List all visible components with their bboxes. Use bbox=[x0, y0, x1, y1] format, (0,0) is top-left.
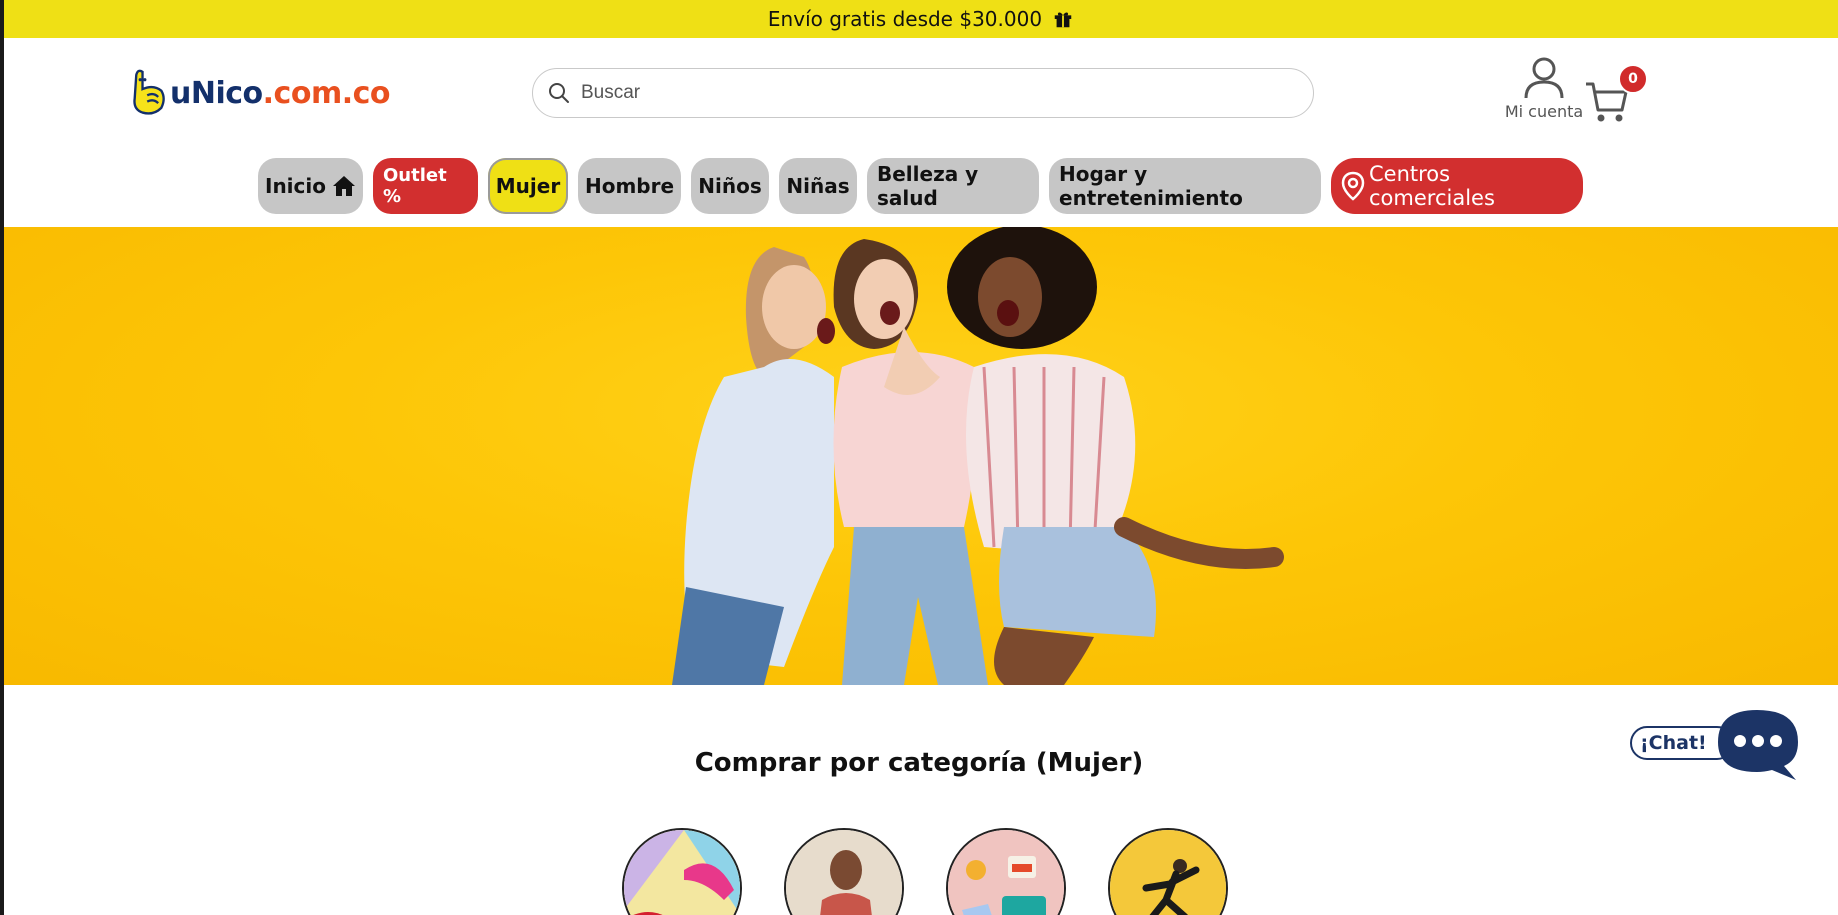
sportswear-category-image bbox=[1110, 830, 1226, 915]
nav-item-label: Belleza y salud bbox=[877, 162, 979, 210]
nav-item-mujer[interactable]: Mujer bbox=[488, 158, 568, 214]
hero-women-image bbox=[672, 227, 1284, 685]
gift-icon bbox=[1054, 12, 1072, 28]
search-input[interactable] bbox=[581, 82, 1281, 104]
category-section-title: Comprar por categoría (Mujer) bbox=[694, 748, 1144, 778]
category-circle-shoes[interactable] bbox=[622, 828, 742, 915]
nav-item-ninos[interactable]: Niños bbox=[691, 158, 769, 214]
logo-wordmark: uNico.com.co bbox=[170, 75, 391, 111]
nav-item-label: Mujer bbox=[495, 174, 561, 198]
search-bar[interactable] bbox=[532, 68, 1314, 118]
account-label: Mi cuenta bbox=[1504, 102, 1584, 121]
user-icon bbox=[1524, 57, 1564, 99]
accessories-category-image bbox=[948, 830, 1064, 915]
cart-button[interactable]: 0 bbox=[1584, 56, 1648, 126]
home-icon bbox=[332, 175, 356, 197]
nav-item-label: Outlet % bbox=[383, 165, 447, 207]
cart-count-badge: 0 bbox=[1618, 64, 1648, 94]
nav-item-belleza-y-salud[interactable]: Belleza y salud bbox=[867, 158, 1039, 214]
search-icon bbox=[549, 83, 569, 103]
shoes-category-image bbox=[624, 830, 740, 915]
category-circle-sportswear[interactable] bbox=[1108, 828, 1228, 915]
category-nav: Inicio Outlet % Mujer Hombre Niños Niñas… bbox=[258, 158, 1583, 216]
nav-item-hombre[interactable]: Hombre bbox=[578, 158, 681, 214]
mascot-logo-icon bbox=[133, 69, 165, 115]
announcement-text: Envío gratis desde $30.000 bbox=[767, 7, 1043, 31]
category-circle-accessories[interactable] bbox=[946, 828, 1066, 915]
nav-item-label: Centros comerciales bbox=[1369, 162, 1495, 210]
nav-item-centros-comerciales[interactable]: Centros comerciales bbox=[1331, 158, 1583, 214]
site-header: uNico.com.co Mi cuenta 0 bbox=[4, 38, 1838, 156]
nav-item-outlet[interactable]: Outlet % bbox=[373, 158, 478, 214]
clothing-category-image bbox=[786, 830, 902, 915]
nav-item-label: Inicio bbox=[265, 174, 326, 198]
category-circle-clothing[interactable] bbox=[784, 828, 904, 915]
nav-item-label: Hombre bbox=[584, 174, 675, 198]
nav-item-label: Niños bbox=[698, 174, 762, 198]
hero-banner[interactable] bbox=[4, 227, 1838, 685]
announcement-bar: Envío gratis desde $30.000 bbox=[4, 0, 1838, 38]
nav-item-label: Hogar y entretenimiento bbox=[1059, 162, 1243, 210]
location-pin-icon bbox=[1341, 171, 1365, 201]
nav-item-label: Niñas bbox=[786, 174, 850, 198]
nav-item-hogar-y-entretenimiento[interactable]: Hogar y entretenimiento bbox=[1049, 158, 1321, 214]
nav-item-inicio[interactable]: Inicio bbox=[258, 158, 363, 214]
category-list bbox=[622, 828, 1228, 915]
nav-item-ninas[interactable]: Niñas bbox=[779, 158, 857, 214]
site-logo[interactable]: uNico.com.co bbox=[130, 58, 391, 128]
